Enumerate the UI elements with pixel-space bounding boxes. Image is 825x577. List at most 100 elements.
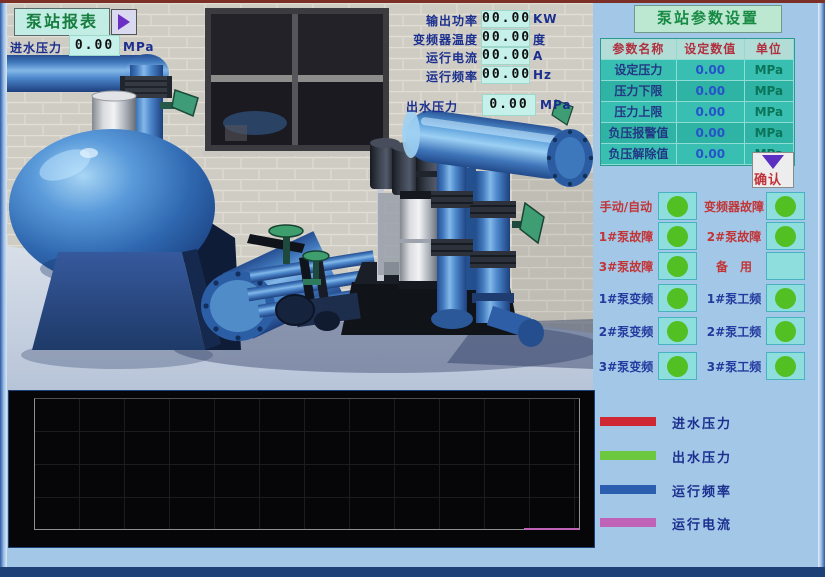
confirm-button-label: 确认 [754,169,782,188]
legend-swatch-inlet [600,417,656,426]
legend-label-outlet: 出水压力 [672,447,732,466]
inlet-pressure-value: 0.00 [69,35,120,56]
inlet-pressure-label: 进水压力 [10,39,62,56]
output-power-label: 输出功率 [404,12,478,29]
trend-plot-area [34,398,580,530]
param-unit: MPa [745,81,794,102]
run-current-trace [524,528,579,530]
legend-label-inlet: 进水压力 [672,413,732,432]
lamp-icon [667,256,688,277]
status-label-pump3-mains: 3#泵工频 [700,358,768,375]
inlet-pressure-unit: MPa [123,40,155,54]
run-freq-value: 00.00 [481,66,530,84]
status-lamp-pump2-vfd [658,317,697,345]
status-lamp-pump3-fault [658,252,697,280]
lamp-icon [775,196,796,217]
legend-label-frequency: 运行频率 [672,481,732,500]
table-row: 压力下限 0.00 MPa [601,81,794,102]
confirm-button[interactable]: 确认 [752,152,794,188]
lamp-icon [775,321,796,342]
window [202,8,392,156]
legend-label-current: 运行电流 [672,514,732,533]
run-current-label: 运行电流 [404,49,478,66]
status-label-pump1-vfd: 1#泵变频 [592,290,660,307]
report-nav-button[interactable] [111,9,137,35]
status-lamp-pump1-mains [766,284,805,312]
riser-1 [437,163,467,309]
trend-chart [8,390,595,548]
status-label-pump1-fault: 1#泵故障 [592,228,660,245]
param-value[interactable]: 0.00 [677,81,745,102]
status-lamp-pump3-vfd [658,352,697,380]
status-lamp-pump1-vfd [658,284,697,312]
param-name: 压力上限 [601,102,677,123]
status-lamp-pump2-fault [766,222,805,250]
status-label-pump2-mains: 2#泵工频 [700,323,768,340]
lamp-icon [667,288,688,309]
col-param-name: 参数名称 [601,39,677,60]
lamp-icon [667,321,688,342]
legend-swatch-outlet [600,451,656,460]
legend-swatch-frequency [600,485,656,494]
lamp-icon [775,356,796,377]
status-label-inverter-fault: 变频器故障 [700,198,768,215]
settings-table: 参数名称 设定数值 单位 设定压力 0.00 MPa 压力下限 0.00 MPa… [600,38,795,166]
inverter-temp-unit: 度 [533,31,546,48]
status-label-spare: 备 用 [700,258,768,275]
param-unit: MPa [745,102,794,123]
outlet-pressure-label: 出水压力 [406,98,458,115]
play-icon [118,14,130,30]
confirm-arrow-icon [762,155,784,169]
status-lamp-spare [766,252,805,280]
frame-left [0,3,7,567]
lamp-icon [775,288,796,309]
output-power-value: 00.00 [481,10,530,28]
param-name: 设定压力 [601,60,677,81]
outlet-pressure-value: 0.00 [482,94,536,116]
param-name: 负压报警值 [601,123,677,144]
settings-panel-title: 泵站参数设置 [634,5,782,33]
run-current-value: 00.00 [481,47,530,65]
col-unit: 单位 [745,39,794,60]
run-freq-unit: Hz [533,68,552,82]
table-row: 设定压力 0.00 MPa [601,60,794,81]
status-label-pump1-mains: 1#泵工频 [700,290,768,307]
param-name: 压力下限 [601,81,677,102]
pump-station-hmi: 泵站报表 进水压力 0.00 MPa 输出功率 00.00 KW 变频器温度 0… [0,0,825,577]
output-power-unit: KW [533,12,558,26]
lamp-icon [667,356,688,377]
table-row: 负压报警值 0.00 MPa [601,123,794,144]
lamp-icon [667,196,688,217]
report-button[interactable]: 泵站报表 [14,8,110,36]
lamp-icon [667,226,688,247]
frame-bottom [0,567,825,577]
lamp-icon [775,226,796,247]
status-lamp-pump1-fault [658,222,697,250]
status-lamp-pump3-mains [766,352,805,380]
run-freq-label: 运行频率 [404,68,478,85]
param-value[interactable]: 0.00 [677,144,745,165]
tank-pedestal [32,252,205,350]
inverter-temp-value: 00.00 [481,29,530,47]
status-lamp-inverter-fault [766,192,805,220]
status-label-pump3-vfd: 3#泵变频 [592,358,660,375]
param-value[interactable]: 0.00 [677,60,745,81]
legend-swatch-current [600,518,656,527]
param-value[interactable]: 0.00 [677,102,745,123]
status-label-pump2-vfd: 2#泵变频 [592,323,660,340]
run-current-unit: A [533,49,543,63]
status-lamp-pump2-mains [766,317,805,345]
status-lamp-manual-auto [658,192,697,220]
status-label-manual-auto: 手动/自动 [592,198,660,215]
param-unit: MPa [745,60,794,81]
param-value[interactable]: 0.00 [677,123,745,144]
status-label-pump2-fault: 2#泵故障 [700,228,768,245]
frame-right [818,3,825,567]
status-label-pump3-fault: 3#泵故障 [592,258,660,275]
table-row: 压力上限 0.00 MPa [601,102,794,123]
param-name: 负压解除值 [601,144,677,165]
param-unit: MPa [745,123,794,144]
inverter-temp-label: 变频器温度 [404,31,478,48]
col-set-value: 设定数值 [677,39,745,60]
outlet-pressure-unit: MPa [540,98,572,112]
